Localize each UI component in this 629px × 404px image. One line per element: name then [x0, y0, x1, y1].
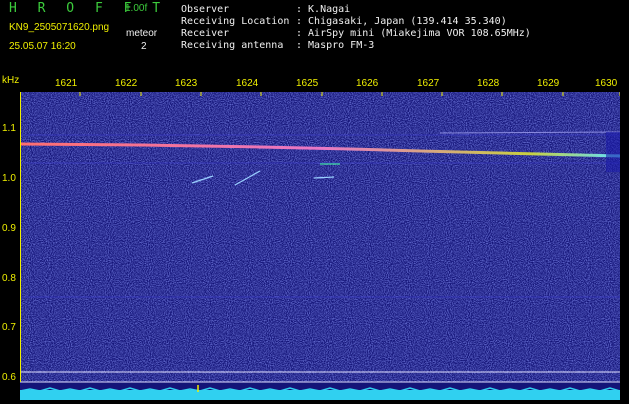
- antenna-label: Receiving antenna: [181, 40, 284, 51]
- antenna-value: : Maspro FM-3: [296, 40, 375, 51]
- time-axis: 1621 1622 1623 1624 1625 1626 1627 1628 …: [20, 78, 620, 92]
- time-tick-label: 1625: [296, 78, 319, 89]
- freq-tick-label: 1.0: [2, 173, 16, 184]
- receiver-label: Receiver: [181, 28, 230, 39]
- time-tick-label: 1627: [417, 78, 440, 89]
- location-value: : Chigasaki, Japan (139.414 35.340): [296, 16, 507, 27]
- receiver-value: : AirSpy mini (Miakejima VOR 108.65MHz): [296, 28, 531, 39]
- freq-tick-label: 0.8: [2, 273, 16, 284]
- location-label: Receiving Location: [181, 16, 290, 27]
- time-tick-label: 1624: [236, 78, 259, 89]
- observer-value: : K.Nagai: [296, 4, 351, 15]
- freq-tick-label: 1.1: [2, 123, 16, 134]
- plot-frame: [20, 92, 620, 382]
- time-tick-label: 1622: [115, 78, 138, 89]
- observer-label: Observer: [181, 4, 230, 15]
- count-label: 2: [141, 41, 147, 52]
- datetime-label: 25.05.07 16:20: [9, 41, 76, 52]
- freq-tick-label: 0.6: [2, 372, 16, 383]
- freq-tick-label: 0.9: [2, 223, 16, 234]
- time-tick-label: 1629: [537, 78, 560, 89]
- time-tick-label: 1630: [595, 78, 618, 89]
- time-tick-label: 1628: [477, 78, 500, 89]
- version-label: 1.00f: [125, 3, 148, 14]
- freq-unit-label: kHz: [2, 75, 20, 86]
- header-panel: H R O F F T 1.00f KN9_2505071620.png 25.…: [0, 0, 629, 76]
- time-tick-label: 1626: [356, 78, 379, 89]
- freq-tick-label: 0.7: [2, 322, 16, 333]
- filename-label: KN9_2505071620.png: [9, 22, 110, 33]
- time-tick-label: 1621: [55, 78, 78, 89]
- mode-label: meteor: [126, 28, 158, 39]
- time-tick-label: 1623: [175, 78, 198, 89]
